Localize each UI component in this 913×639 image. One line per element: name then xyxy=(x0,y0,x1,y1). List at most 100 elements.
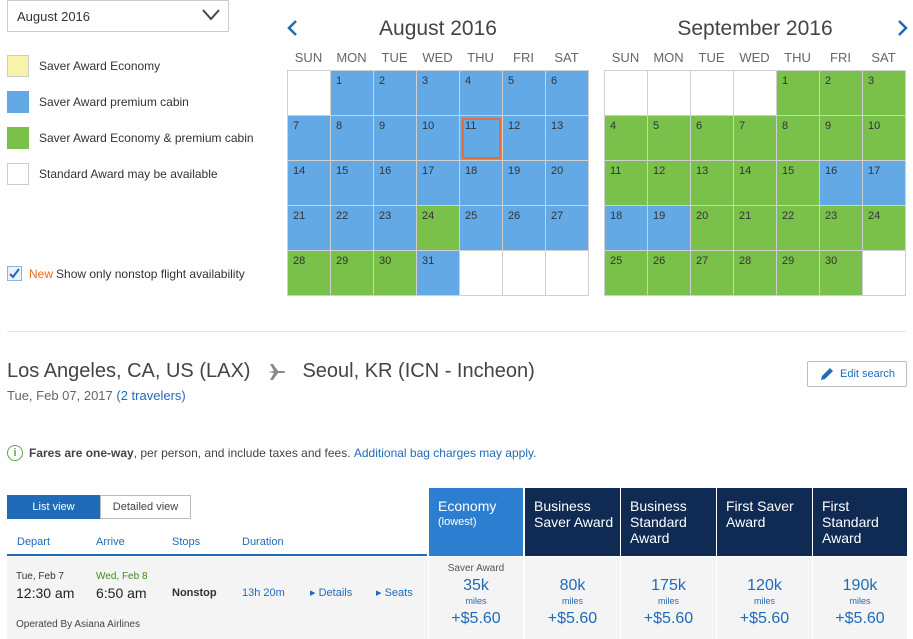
calendar-day[interactable]: 27 xyxy=(691,251,734,296)
calendar-day[interactable]: 2 xyxy=(820,71,863,116)
legend-swatch-saver-premium xyxy=(7,91,29,113)
calendar-day[interactable]: 3 xyxy=(863,71,906,116)
col-duration[interactable]: Duration xyxy=(242,536,284,548)
calendar-day[interactable]: 9 xyxy=(820,116,863,161)
calendar-day[interactable]: 3 xyxy=(417,71,460,116)
price-tag: Saver Award xyxy=(447,563,505,574)
calendar-empty-cell xyxy=(648,71,691,116)
calendar-day[interactable]: 18 xyxy=(605,206,648,251)
calendar-day[interactable]: 10 xyxy=(863,116,906,161)
calendar-day[interactable]: 15 xyxy=(777,161,820,206)
calendar-day[interactable]: 19 xyxy=(503,161,546,206)
calendar-day[interactable]: 6 xyxy=(691,116,734,161)
price-fee: +$5.60 xyxy=(451,610,501,627)
edit-search-button[interactable]: Edit search xyxy=(807,361,907,387)
days-of-week: SUN MON TUE WED THU FRI SAT xyxy=(604,50,906,70)
fare-header-economy[interactable]: Economy (lowest) xyxy=(429,488,523,556)
calendar-day[interactable]: 24 xyxy=(863,206,906,251)
calendar-day[interactable]: 1 xyxy=(331,71,374,116)
calendar-day[interactable]: 25 xyxy=(460,206,503,251)
calendar-day[interactable]: 4 xyxy=(605,116,648,161)
calendar-day[interactable]: 9 xyxy=(374,116,417,161)
details-link[interactable]: ▸ Details xyxy=(310,586,352,599)
calendar-day[interactable]: 15 xyxy=(331,161,374,206)
calendar-day[interactable]: 26 xyxy=(503,206,546,251)
calendar-day[interactable]: 30 xyxy=(374,251,417,296)
price-first-saver[interactable]: 120k miles +$5.60 xyxy=(717,557,812,639)
seats-link[interactable]: ▸ Seats xyxy=(376,586,413,599)
calendar-day[interactable]: 11 xyxy=(460,116,503,161)
fare-header-business-saver[interactable]: Business Saver Award xyxy=(525,488,620,556)
bag-charges-link[interactable]: Additional bag charges may apply. xyxy=(354,446,537,460)
calendar-day[interactable]: 25 xyxy=(605,251,648,296)
calendar-day[interactable]: 17 xyxy=(863,161,906,206)
calendar-day[interactable]: 26 xyxy=(648,251,691,296)
calendar-day[interactable]: 19 xyxy=(648,206,691,251)
calendar-day[interactable]: 18 xyxy=(460,161,503,206)
calendar-day[interactable]: 28 xyxy=(734,251,777,296)
calendar-day[interactable]: 8 xyxy=(777,116,820,161)
calendar-day[interactable]: 23 xyxy=(820,206,863,251)
calendar-day[interactable]: 12 xyxy=(503,116,546,161)
fare-header-first-standard[interactable]: First Standard Award xyxy=(813,488,907,556)
detailed-view-button[interactable]: Detailed view xyxy=(100,495,191,519)
calendar-empty-cell xyxy=(503,251,546,296)
calendar-day[interactable]: 11 xyxy=(605,161,648,206)
calendar-day[interactable]: 10 xyxy=(417,116,460,161)
calendar-day[interactable]: 14 xyxy=(288,161,331,206)
price-fee: +$5.60 xyxy=(643,610,694,627)
calendar-day[interactable]: 14 xyxy=(734,161,777,206)
calendar-day[interactable]: 21 xyxy=(288,206,331,251)
caret-right-icon: ▸ xyxy=(310,587,316,599)
calendar-day[interactable]: 24 xyxy=(417,206,460,251)
calendar-day[interactable]: 4 xyxy=(460,71,503,116)
calendar-day[interactable]: 1 xyxy=(777,71,820,116)
calendar-day[interactable]: 12 xyxy=(648,161,691,206)
calendar-day[interactable]: 16 xyxy=(820,161,863,206)
fare-header-first-saver[interactable]: First Saver Award xyxy=(717,488,812,556)
calendar-day[interactable]: 20 xyxy=(691,206,734,251)
calendar-day[interactable]: 16 xyxy=(374,161,417,206)
nonstop-filter[interactable]: New Show only nonstop flight availabilit… xyxy=(7,266,245,281)
month-select[interactable]: August 2016 xyxy=(7,0,229,32)
column-headers: Depart Arrive Stops Duration xyxy=(7,534,427,556)
calendar-day[interactable]: 23 xyxy=(374,206,417,251)
calendar-day[interactable]: 22 xyxy=(777,206,820,251)
price-miles-label: miles xyxy=(465,596,487,606)
price-first-standard[interactable]: 190k miles +$5.60 xyxy=(813,557,907,639)
calendar-day[interactable]: 29 xyxy=(777,251,820,296)
calendar-day[interactable]: 20 xyxy=(546,161,589,206)
calendar-day[interactable]: 21 xyxy=(734,206,777,251)
calendar-day[interactable]: 28 xyxy=(288,251,331,296)
calendar-title-september: September 2016 xyxy=(677,17,833,40)
calendar-day[interactable]: 5 xyxy=(648,116,691,161)
calendar-day[interactable]: 27 xyxy=(546,206,589,251)
fare-header-title: First Standard Award xyxy=(822,498,879,546)
arrive-time: 6:50 am xyxy=(96,585,147,601)
travelers-link[interactable]: (2 travelers) xyxy=(116,388,185,403)
fare-header-business-standard[interactable]: Business Standard Award xyxy=(621,488,716,556)
price-business-standard[interactable]: 175k miles +$5.60 xyxy=(621,557,716,639)
price-economy[interactable]: Saver Award 35k miles +$5.60 xyxy=(429,557,523,639)
col-stops[interactable]: Stops xyxy=(172,536,200,548)
calendar-day[interactable]: 2 xyxy=(374,71,417,116)
calendar-day[interactable]: 6 xyxy=(546,71,589,116)
col-arrive[interactable]: Arrive xyxy=(96,536,125,548)
nonstop-checkbox[interactable] xyxy=(7,266,22,281)
list-view-button[interactable]: List view xyxy=(7,495,100,519)
calendar-day[interactable]: 29 xyxy=(331,251,374,296)
calendar-day[interactable]: 7 xyxy=(288,116,331,161)
calendar-day[interactable]: 30 xyxy=(820,251,863,296)
calendar-day[interactable]: 22 xyxy=(331,206,374,251)
col-depart[interactable]: Depart xyxy=(17,536,50,548)
calendar-day[interactable]: 5 xyxy=(503,71,546,116)
legend-item: Saver Award Economy xyxy=(7,48,254,84)
calendar-august: SUN MON TUE WED THU FRI SAT 1 2 3 4 5 6 7 8 9 10 11 12 13 1… xyxy=(287,50,589,296)
calendar-day[interactable]: 7 xyxy=(734,116,777,161)
calendar-day[interactable]: 13 xyxy=(546,116,589,161)
price-business-saver[interactable]: 80k miles +$5.60 xyxy=(525,557,620,639)
calendar-day[interactable]: 17 xyxy=(417,161,460,206)
calendar-day[interactable]: 8 xyxy=(331,116,374,161)
calendar-day[interactable]: 13 xyxy=(691,161,734,206)
calendar-day[interactable]: 31 xyxy=(417,251,460,296)
